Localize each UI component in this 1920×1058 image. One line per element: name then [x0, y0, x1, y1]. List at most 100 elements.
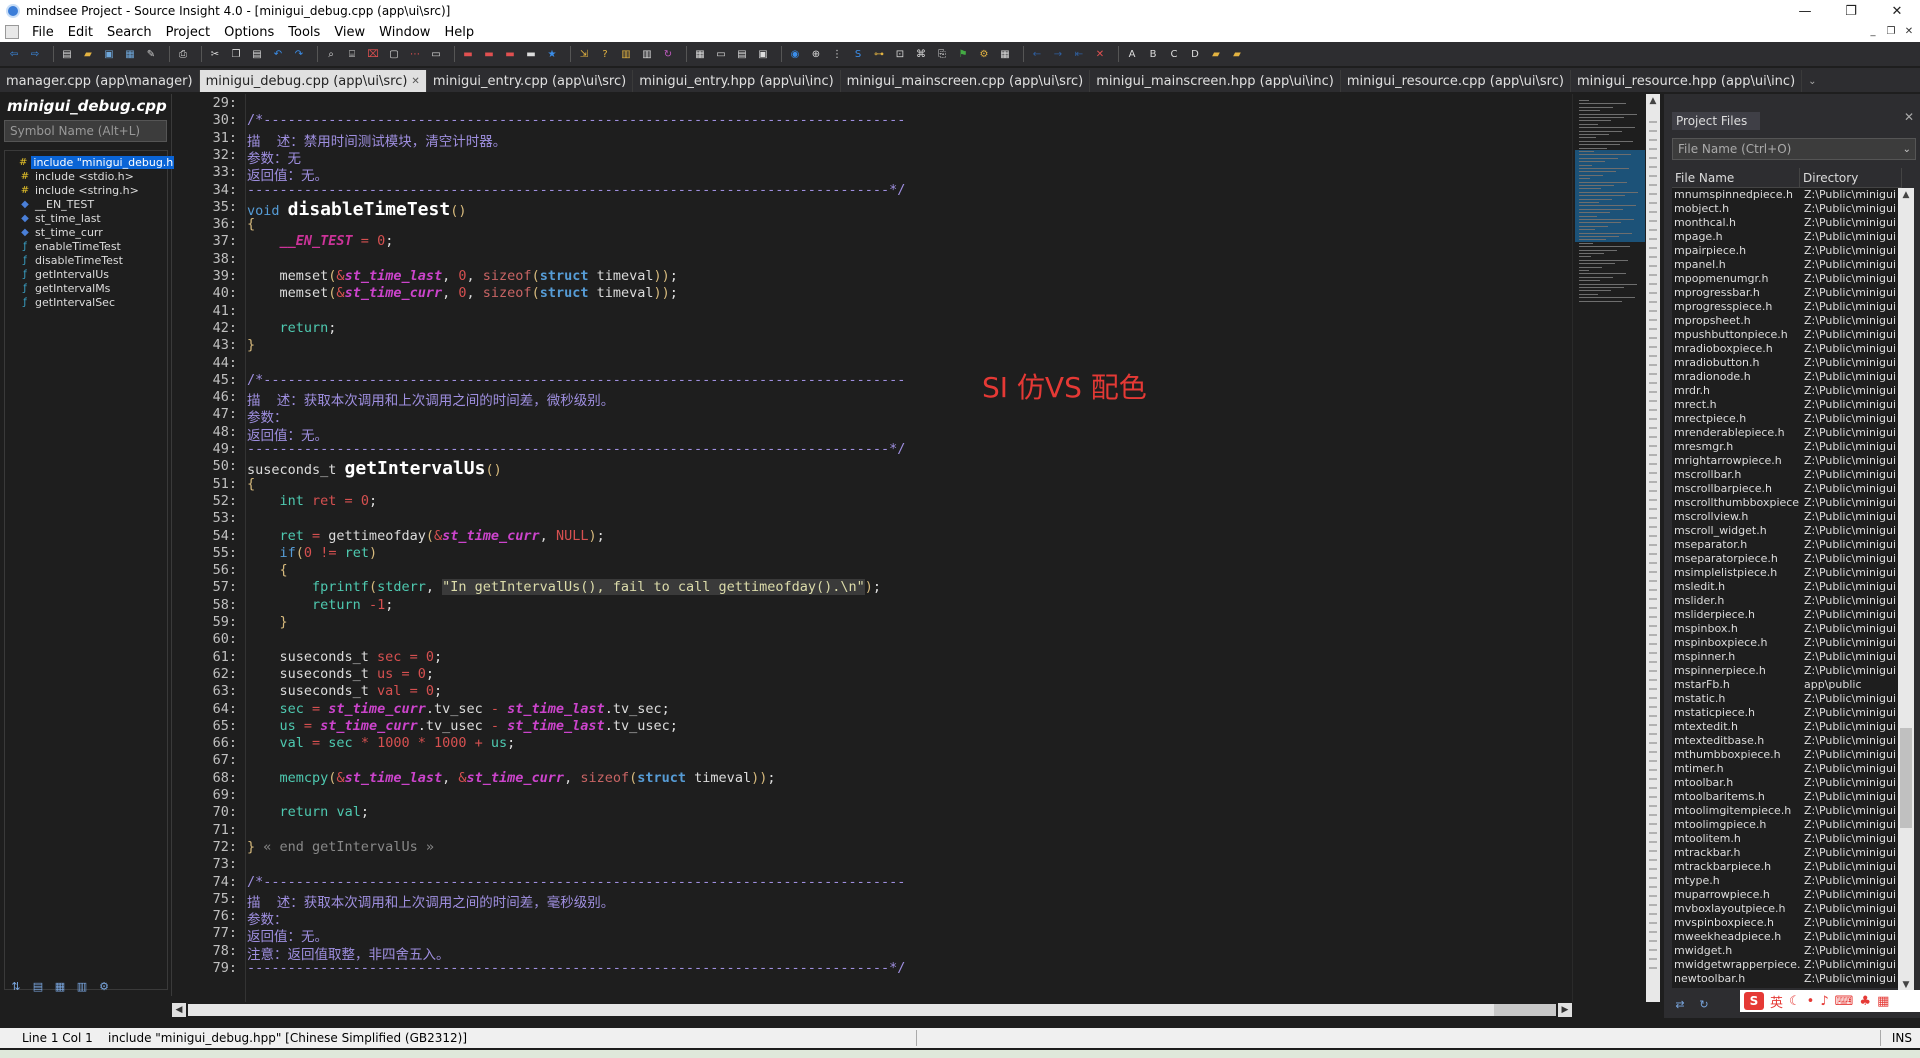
undo-icon[interactable]: ↶ [270, 46, 286, 62]
file-row[interactable]: mscrollbarpiece.h Z:\Public\minigui [1672, 482, 1902, 496]
menu-search[interactable]: Search [100, 25, 159, 40]
file-row[interactable]: mweekheadpiece.h Z:\Public\minigui [1672, 930, 1902, 944]
menu-view[interactable]: View [327, 25, 372, 40]
file-tab[interactable]: minigui_resource.cpp (app\ui\src) [1341, 70, 1571, 92]
editor-horizontal-scrollbar[interactable]: ◀ ▶ [172, 1002, 1572, 1018]
forward-icon[interactable]: ⇨ [27, 46, 43, 62]
file-row[interactable]: mtrackbarpiece.h Z:\Public\minigui [1672, 860, 1902, 874]
relation-icon[interactable]: ⋮ [829, 46, 845, 62]
bookmark-next-icon[interactable]: ▬ [523, 46, 539, 62]
symbol-search-input[interactable]: Symbol Name (Alt+L) [4, 120, 167, 142]
file-row[interactable]: mrightarrowpiece.h Z:\Public\minigui [1672, 454, 1902, 468]
category-icon[interactable]: ▦ [52, 978, 68, 994]
cut-icon[interactable]: ✂ [207, 46, 223, 62]
file-row[interactable]: mtimer.h Z:\Public\minigui [1672, 762, 1902, 776]
file-row[interactable]: mpage.h Z:\Public\minigui [1672, 230, 1902, 244]
symbol-window-icon[interactable]: S [850, 46, 866, 62]
file-row[interactable]: mresmgr.h Z:\Public\minigui [1672, 440, 1902, 454]
file-row[interactable]: mprogressbar.h Z:\Public\minigui [1672, 286, 1902, 300]
graph-icon[interactable]: ⊡ [892, 46, 908, 62]
tab-close-icon[interactable]: ✕ [411, 76, 419, 87]
file-row[interactable]: mtoolimgitempiece.h Z:\Public\minigui [1672, 804, 1902, 818]
file-row[interactable]: mnumspinnedpiece.h Z:\Public\minigui [1672, 188, 1902, 202]
file-row[interactable]: newtoolbar.h Z:\Public\minigui [1672, 972, 1902, 986]
file-row[interactable]: mspinbox.h Z:\Public\minigui [1672, 622, 1902, 636]
file-row[interactable]: mspinner.h Z:\Public\minigui [1672, 650, 1902, 664]
file-row[interactable]: mpanel.h Z:\Public\minigui [1672, 258, 1902, 272]
file-row[interactable]: mseparator.h Z:\Public\minigui [1672, 538, 1902, 552]
file-row[interactable]: mtexteditbase.h Z:\Public\minigui [1672, 734, 1902, 748]
folder-icon[interactable]: ▰ [1208, 46, 1224, 62]
hscroll-track[interactable] [188, 1004, 1556, 1016]
file-row[interactable]: msimplelistpiece.h Z:\Public\minigui [1672, 566, 1902, 580]
file-tab[interactable]: manager.cpp (app\manager) [0, 70, 200, 92]
menu-project[interactable]: Project [159, 25, 217, 40]
file-search-input[interactable]: File Name (Ctrl+O) ⌄ [1672, 138, 1916, 160]
file-row[interactable]: mtoolbaritems.h Z:\Public\minigui [1672, 790, 1902, 804]
file-row[interactable]: mthumbboxpiece.h Z:\Public\minigui [1672, 748, 1902, 762]
file-row[interactable]: muparrowpiece.h Z:\Public\minigui [1672, 888, 1902, 902]
editor-vertical-scrollbar[interactable]: ▲ [1646, 94, 1660, 1002]
file-row[interactable]: mradiobutton.h Z:\Public\minigui [1672, 356, 1902, 370]
list-view-icon[interactable]: ▤ [30, 978, 46, 994]
file-row[interactable]: mradioboxpiece.h Z:\Public\minigui [1672, 342, 1902, 356]
file-row[interactable]: mpopmenumgr.h Z:\Public\minigui [1672, 272, 1902, 286]
sync-icon[interactable]: ⇄ [1672, 996, 1688, 1012]
mdi-close-icon[interactable]: ✕ [1902, 24, 1916, 38]
file-row[interactable]: msliderpiece.h Z:\Public\minigui [1672, 608, 1902, 622]
file-list-scrollbar[interactable]: ▲ ▼ [1898, 188, 1914, 992]
open-file-icon[interactable]: ▰ [80, 46, 96, 62]
restore-button[interactable]: ❐ [1828, 0, 1874, 22]
layout-2-icon[interactable]: ▭ [713, 46, 729, 62]
settings-icon[interactable]: ⚙ [96, 978, 112, 994]
file-row[interactable]: mtoolimgpiece.h Z:\Public\minigui [1672, 818, 1902, 832]
file-row[interactable]: mpushbuttonpiece.h Z:\Public\minigui [1672, 328, 1902, 342]
file-row[interactable]: mrect.h Z:\Public\minigui [1672, 398, 1902, 412]
file-row[interactable]: mpairpiece.h Z:\Public\minigui [1672, 244, 1902, 258]
file-row[interactable]: mtoolitem.h Z:\Public\minigui [1672, 832, 1902, 846]
layout-3-icon[interactable]: ▤ [734, 46, 750, 62]
symbol-item[interactable]: ◆ st_time_last [5, 211, 167, 225]
find-files-icon[interactable]: ⌸ [344, 46, 360, 62]
jump-icon[interactable]: ⇲ [576, 46, 592, 62]
call-tree-icon[interactable]: ⊶ [871, 46, 887, 62]
symbol-item[interactable]: # include "minigui_debug.h [5, 155, 176, 169]
back-icon[interactable]: ⇦ [6, 46, 22, 62]
hscroll-thumb[interactable] [188, 1004, 1494, 1016]
microphone-icon[interactable]: ♪ [1820, 994, 1828, 1009]
layout-1-icon[interactable]: ▦ [692, 46, 708, 62]
ime-language-toggle[interactable]: 英 [1770, 992, 1783, 1011]
symbol-item[interactable]: ƒ disableTimeTest [5, 253, 167, 267]
scroll-up-icon[interactable]: ▲ [1898, 188, 1914, 202]
bookmark-prev-icon[interactable]: ▬ [502, 46, 518, 62]
file-row[interactable]: mseparatorpiece.h Z:\Public\minigui [1672, 552, 1902, 566]
target-icon[interactable]: ◉ [787, 46, 803, 62]
symbol-item[interactable]: ◆ st_time_curr [5, 225, 167, 239]
reference-icon[interactable]: ▭ [428, 46, 444, 62]
symbol-item[interactable]: ƒ getIntervalUs [5, 267, 167, 281]
file-row[interactable]: mstarFb.h app\public [1672, 678, 1902, 692]
moon-icon[interactable]: ☾ [1789, 994, 1801, 1009]
symbol-item[interactable]: # include <stdio.h> [5, 169, 167, 183]
star-icon[interactable]: ★ [544, 46, 560, 62]
file-row[interactable]: mobject.h Z:\Public\minigui [1672, 202, 1902, 216]
bookmark-list-icon[interactable]: ▬ [481, 46, 497, 62]
scroll-left-icon[interactable]: ◀ [172, 1003, 186, 1017]
panel-close-icon[interactable]: ✕ [1904, 110, 1914, 124]
sort-icon[interactable]: ⇅ [8, 978, 24, 994]
file-row[interactable]: msledit.h Z:\Public\minigui [1672, 580, 1902, 594]
skin-icon[interactable]: ♣ [1859, 994, 1871, 1009]
project-files-title[interactable]: Project Files [1672, 112, 1760, 130]
mdi-minimize-icon[interactable]: _ [1866, 24, 1880, 38]
punctuation-icon[interactable]: • [1807, 994, 1815, 1009]
file-tab[interactable]: minigui_mainscreen.hpp (app\ui\inc) [1090, 70, 1341, 92]
file-row[interactable]: mvboxlayoutpiece.h Z:\Public\minigui [1672, 902, 1902, 916]
file-row[interactable]: mwidget.h Z:\Public\minigui [1672, 944, 1902, 958]
file-row[interactable]: mstatic.h Z:\Public\minigui [1672, 692, 1902, 706]
file-row[interactable]: mpropsheet.h Z:\Public\minigui [1672, 314, 1902, 328]
filter-icon[interactable]: ⚑ [955, 46, 971, 62]
file-row[interactable]: mprogresspiece.h Z:\Public\minigui [1672, 300, 1902, 314]
file-tab[interactable]: minigui_resource.hpp (app\ui\inc) [1571, 70, 1803, 92]
symbol-item[interactable]: ƒ enableTimeTest [5, 239, 167, 253]
file-row[interactable]: mspinnerpiece.h Z:\Public\minigui [1672, 664, 1902, 678]
